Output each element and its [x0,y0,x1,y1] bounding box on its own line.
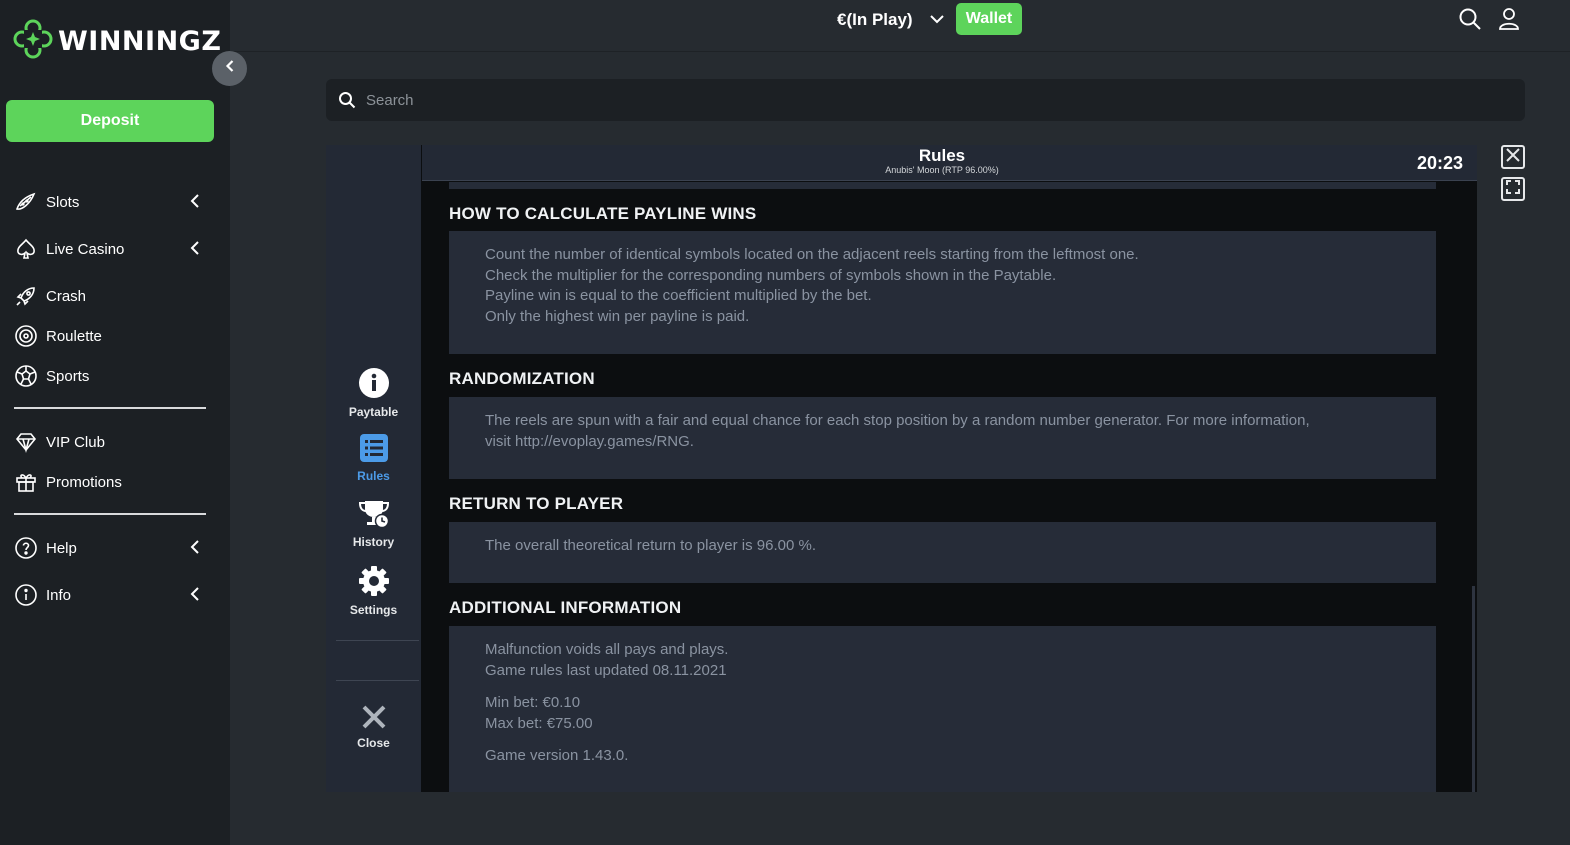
section-body: Count the number of identical symbols lo… [449,231,1436,354]
sidebar-item-sports[interactable]: Sports [13,361,208,391]
section-body: Malfunction voids all pays and plays. Ga… [449,626,1436,792]
spade-icon [13,236,39,262]
sidebar-item-info[interactable]: Info [13,580,208,610]
game-menu-rules[interactable]: Rules [326,433,421,483]
rules-content[interactable]: HOW TO CALCULATE PAYLINE WINS Count the … [422,182,1477,792]
chevron-left-icon [225,59,235,78]
section-body: The overall theoretical return to player… [449,522,1436,583]
game-menu-label: Close [357,736,390,750]
deposit-button[interactable]: Deposit [6,100,214,142]
game-menu-divider [336,680,419,681]
sidebar-item-help[interactable]: Help [13,533,208,563]
brand-logo[interactable]: WINNINGZ [12,18,221,65]
section-line: Payline win is equal to the coefficient … [485,287,872,304]
sidebar-item-label: Slots [46,193,80,211]
sidebar-item-promotions[interactable]: Promotions [13,467,208,497]
sidebar-item-label: Help [46,539,77,557]
game-menu-paytable[interactable]: Paytable [326,367,421,419]
rules-scrollbar[interactable] [1472,586,1475,792]
section-box-edge [449,182,1436,189]
section-line: Only the highest win per payline is paid… [485,307,750,325]
sidebar-item-label: Sports [46,367,90,385]
chevron-left-icon[interactable] [190,587,200,605]
section-body: The reels are spun with a fair and equal… [449,397,1436,479]
close-icon [361,704,387,733]
game-menu-label: Paytable [348,405,399,419]
game-menu-history[interactable]: History [326,499,421,549]
brand-name: WINNINGZ [58,26,222,57]
close-icon [1506,147,1520,167]
sidebar-item-label: VIP Club [46,433,105,451]
sidebar-collapse-button[interactable] [212,51,247,86]
game-name-rtp: Anubis' Moon (RTP 96.00%) [885,165,999,175]
section-line: Min bet: €0.10 [485,694,581,711]
sidebar-divider [14,513,206,515]
sidebar-item-label: Info [46,586,72,604]
game-menu: Paytable Rules History Settings Close [326,145,421,792]
rocket-icon [13,283,39,309]
chevron-down-icon[interactable] [930,11,944,29]
sidebar-item-label: Live Casino [46,240,125,258]
section-line: The reels are spun with a fair and equal… [485,412,1310,429]
section-line: Game rules last updated 08.11.2021 [485,661,727,679]
rules-header: Rules Anubis' Moon (RTP 96.00%) 20:23 [422,145,1477,181]
sidebar-item-live-casino[interactable]: Live Casino [13,234,208,264]
chevron-left-icon[interactable] [190,194,200,212]
sidebar-item-crash[interactable]: Crash [13,281,208,311]
top-bar: €(In Play) Wallet [230,0,1570,52]
fullscreen-button[interactable] [1501,177,1525,201]
section-line: Check the multiplier for the correspondi… [485,266,1057,284]
trophy-clock-icon [358,499,390,532]
close-game-button[interactable] [1501,145,1525,169]
sidebar-divider [14,407,206,409]
balance-display[interactable]: €(In Play) [837,8,913,32]
gear-icon [358,565,390,600]
chevron-left-icon[interactable] [190,241,200,259]
game-search-bar [326,79,1525,121]
section-heading: RETURN TO PLAYER [449,494,624,513]
section-line: visit http://evoplay.games/RNG. [485,432,694,450]
diamond-icon [13,429,39,455]
question-icon [13,535,39,561]
list-icon [359,433,389,466]
section-line: Max bet: €75.00 [485,714,593,732]
slots-icon [13,189,39,215]
search-input[interactable] [366,91,1466,109]
sidebar-item-vip-club[interactable]: VIP Club [13,427,208,457]
section-line: Count the number of identical symbols lo… [485,246,1139,263]
user-account-icon[interactable] [1498,7,1520,36]
game-menu-label: History [352,535,395,549]
section-heading: RANDOMIZATION [449,369,595,388]
section-line: The overall theoretical return to player… [485,537,817,554]
sidebar: WINNINGZ Deposit Slots Live Casino Crash… [0,0,230,845]
rules-title: Rules [918,146,966,165]
sidebar-item-roulette[interactable]: Roulette [13,321,208,351]
game-menu-settings[interactable]: Settings [326,565,421,617]
section-heading: HOW TO CALCULATE PAYLINE WINS [449,204,757,223]
gift-icon [13,469,39,495]
game-menu-divider [336,640,419,641]
game-menu-close[interactable]: Close [326,704,421,750]
info-icon [13,582,39,608]
section-heading: ADDITIONAL INFORMATION [449,598,682,617]
search-icon[interactable] [1458,7,1482,36]
section-line: Game version 1.43.0. [485,747,629,764]
sidebar-item-label: Roulette [46,327,102,345]
sidebar-item-label: Crash [46,287,87,305]
chevron-left-icon[interactable] [190,540,200,558]
search-icon [338,91,356,109]
game-clock: 20:23 [1416,153,1463,173]
fullscreen-icon [1506,179,1520,199]
sidebar-item-label: Promotions [46,473,122,491]
soccer-ball-icon [13,363,39,389]
game-frame: Paytable Rules History Settings Close Ru… [326,145,1477,792]
game-menu-label: Settings [349,603,398,617]
info-circle-icon [358,367,390,402]
game-menu-label: Rules [357,469,390,483]
wallet-button[interactable]: Wallet [956,3,1022,35]
section-line: Malfunction voids all pays and plays. [485,641,729,658]
roulette-icon [13,323,39,349]
sidebar-item-slots[interactable]: Slots [13,187,208,217]
clover-logo-icon [12,18,54,65]
